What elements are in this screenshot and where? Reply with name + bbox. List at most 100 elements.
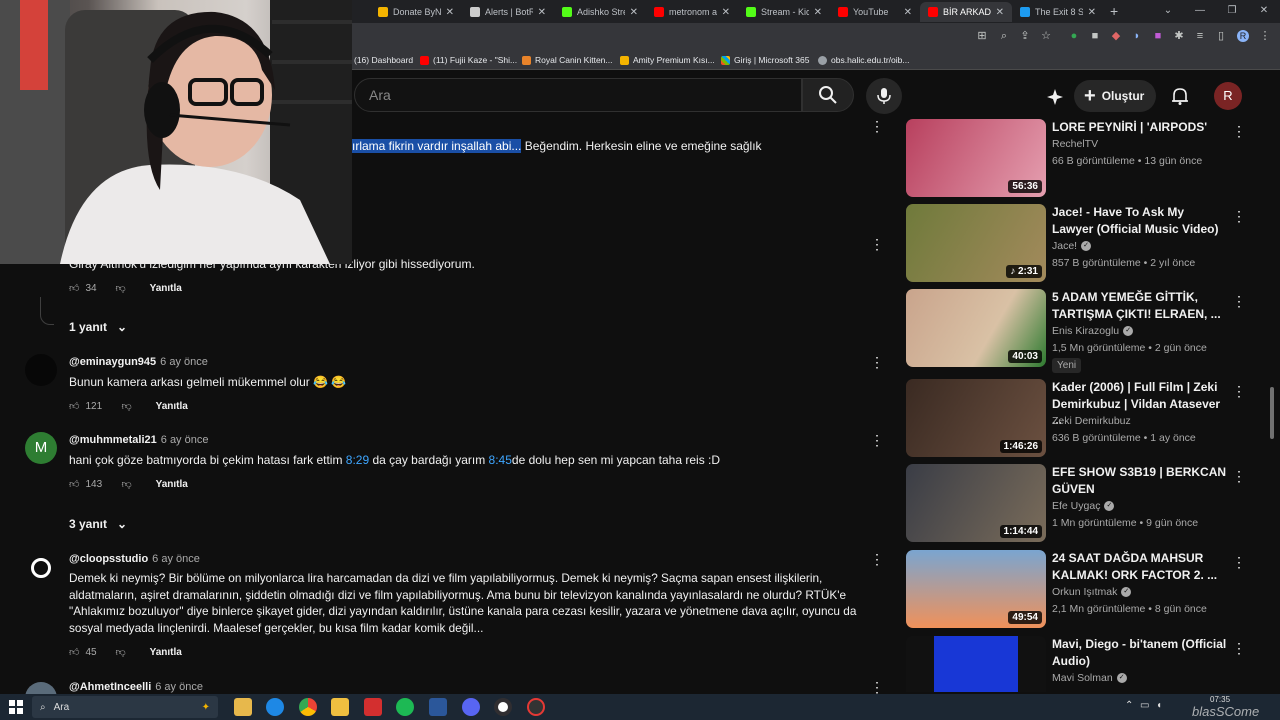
avatar[interactable] (25, 354, 57, 386)
notes-icon[interactable] (331, 698, 349, 716)
video-title[interactable]: Jace! - Have To Ask My Lawyer (Official … (1052, 204, 1227, 237)
more-actions-icon[interactable]: ⋮ (1232, 123, 1246, 140)
sidepanel-icon[interactable]: ▯ (1215, 30, 1227, 42)
maximize-icon[interactable]: ❐ (1216, 0, 1248, 23)
like-icon[interactable]: 👍︎ (69, 478, 79, 490)
recommended-video[interactable]: 1:14:44 EFE SHOW S3B19 | BERKCAN GÜVEN E… (906, 464, 1256, 542)
video-title[interactable]: 5 ADAM YEMEĞE GİTTİK, TARTIŞMA ÇIKTI! EL… (1052, 289, 1227, 322)
notifications-bell-icon[interactable] (1170, 86, 1190, 111)
bookmark-star-icon[interactable]: ☆ (1040, 30, 1052, 42)
word-icon[interactable] (429, 698, 447, 716)
bookmark-item[interactable]: Amity Premium Kısı... (620, 53, 715, 67)
app-icon[interactable] (364, 698, 382, 716)
bookmark-item[interactable]: Royal Canin Kitten... (522, 53, 612, 67)
replies-toggle[interactable]: 3 yanıt ⌄ (69, 517, 127, 531)
bookmark-item[interactable]: obs.halic.edu.tr/oib... (818, 53, 909, 67)
video-thumbnail[interactable]: 56:36 (906, 119, 1046, 197)
dislike-icon[interactable]: 👎︎ (121, 478, 131, 490)
comment-author[interactable]: @AhmetInceelli 6 ay önce (69, 681, 203, 693)
minimize-icon[interactable]: — (1184, 0, 1216, 23)
more-actions-icon[interactable]: ⋮ (870, 433, 884, 447)
close-icon[interactable]: ✕ (630, 7, 638, 18)
more-actions-icon[interactable]: ⋮ (1232, 208, 1246, 225)
comment-author[interactable]: @cloopsstudio 6 ay önce (69, 553, 200, 565)
taskbar-search[interactable]: ⌕ Ara ✦ (32, 696, 218, 718)
replies-toggle[interactable]: 1 yanıt ⌄ (69, 320, 127, 334)
like-icon[interactable]: 👍︎ (69, 400, 79, 412)
browser-tab[interactable]: Stream - Kick✕ (738, 2, 830, 22)
channel-name[interactable]: Zeki Demirkubuz (1052, 415, 1131, 427)
like-icon[interactable]: 👍︎ (69, 646, 79, 658)
bookmark-item[interactable]: Giriş | Microsoft 365 (721, 53, 809, 67)
close-icon[interactable]: ✕ (722, 7, 730, 18)
channel-name[interactable]: Jace! ✓ (1052, 240, 1092, 252)
timestamp-link[interactable]: 8:45 (489, 453, 512, 467)
close-icon[interactable]: ✕ (1088, 7, 1096, 18)
more-actions-icon[interactable]: ⋮ (870, 680, 884, 694)
chevron-up-icon[interactable]: ⌃ (1125, 700, 1133, 711)
dislike-icon[interactable]: 👎︎ (115, 282, 125, 294)
share-icon[interactable]: ⇪ (1019, 30, 1031, 42)
close-window-icon[interactable]: ✕ (1248, 0, 1280, 23)
recommended-video[interactable]: ♪ 2:31 Jace! - Have To Ask My Lawyer (Of… (906, 204, 1256, 282)
browser-tab[interactable]: metronom al ✕ (646, 2, 738, 22)
comment-author[interactable]: @eminaygun945 6 ay önce (69, 356, 208, 368)
extension-icon[interactable]: ■ (1152, 30, 1164, 42)
browser-tab[interactable]: The Exit 8 St ✕ (1012, 2, 1104, 22)
install-icon[interactable]: ⊞ (976, 30, 988, 42)
browser-tab[interactable]: Donate ByNo✕ (370, 2, 462, 22)
more-actions-icon[interactable]: ⋮ (870, 119, 884, 133)
volume-icon[interactable]: ◖ (1156, 700, 1162, 711)
like-icon[interactable]: 👍︎ (69, 282, 79, 294)
reply-button[interactable]: Yanıtla (150, 647, 182, 658)
channel-name[interactable]: Enis Kirazoglu ✓ (1052, 325, 1134, 337)
video-thumbnail[interactable]: 1:14:44 (906, 464, 1046, 542)
video-thumbnail[interactable]: ♪ 2:31 (906, 204, 1046, 282)
comment-author[interactable]: @muhmmetali21 6 ay önce (69, 434, 208, 446)
dislike-icon[interactable]: 👎︎ (121, 400, 131, 412)
recommended-video[interactable]: 49:54 24 SAAT DAĞDA MAHSUR KALMAK! ORK F… (906, 550, 1256, 628)
avatar[interactable] (31, 558, 51, 578)
video-title[interactable]: EFE SHOW S3B19 | BERKCAN GÜVEN (1052, 464, 1227, 497)
reply-button[interactable]: Yanıtla (156, 479, 188, 490)
more-actions-icon[interactable]: ⋮ (1232, 383, 1246, 400)
clock[interactable]: 07:35 (1210, 695, 1230, 704)
discord-icon[interactable] (462, 698, 480, 716)
extension-icon[interactable]: ◆ (1110, 30, 1122, 42)
create-button[interactable]: + Oluştur (1074, 80, 1156, 112)
video-title[interactable]: Mavi, Diego - bi'tanem (Official Audio) (1052, 636, 1227, 669)
video-title[interactable]: 24 SAAT DAĞDA MAHSUR KALMAK! ORK FACTOR … (1052, 550, 1227, 583)
dislike-icon[interactable]: 👎︎ (115, 646, 125, 658)
extension-icon[interactable]: ■ (1089, 30, 1101, 42)
chevron-down-icon[interactable]: ⌄ (1152, 0, 1184, 23)
more-actions-icon[interactable]: ⋮ (1232, 640, 1246, 657)
close-icon[interactable]: ✕ (538, 7, 546, 18)
browser-tab-active[interactable]: BİR ARKADAŞ✕ (920, 2, 1012, 22)
account-avatar[interactable]: R (1214, 82, 1242, 110)
search-button[interactable] (802, 78, 854, 112)
close-icon[interactable]: ✕ (996, 7, 1004, 18)
extension-icon[interactable]: ◗ (1131, 30, 1143, 42)
more-actions-icon[interactable]: ⋮ (870, 355, 884, 369)
video-thumbnail[interactable] (906, 636, 1046, 692)
channel-name[interactable]: Efe Uygaç ✓ (1052, 500, 1115, 512)
bookmark-item[interactable]: (16) Dashboard (354, 53, 413, 67)
close-icon[interactable]: ✕ (814, 7, 822, 18)
more-actions-icon[interactable]: ⋮ (870, 237, 884, 251)
timestamp-link[interactable]: 8:29 (346, 453, 369, 467)
file-explorer-icon[interactable] (234, 698, 252, 716)
new-tab-icon[interactable]: + (1110, 3, 1118, 19)
more-actions-icon[interactable]: ⋮ (1232, 554, 1246, 571)
video-thumbnail[interactable]: 1:46:26 (906, 379, 1046, 457)
close-icon[interactable]: ✕ (904, 7, 912, 18)
network-icon[interactable]: ▭ (1140, 700, 1149, 711)
menu-dots-icon[interactable]: ⋮ (1259, 30, 1271, 42)
sparkle-icon[interactable] (1045, 87, 1065, 112)
video-thumbnail[interactable]: 49:54 (906, 550, 1046, 628)
recommended-video[interactable]: Mavi, Diego - bi'tanem (Official Audio) … (906, 636, 1256, 692)
avatar[interactable]: M (25, 432, 57, 464)
channel-name[interactable]: RechelTV (1052, 138, 1098, 150)
media-icon[interactable]: ≡ (1194, 30, 1206, 42)
obs-icon[interactable] (494, 698, 512, 716)
browser-tab[interactable]: YouTube ✕ (830, 2, 920, 22)
